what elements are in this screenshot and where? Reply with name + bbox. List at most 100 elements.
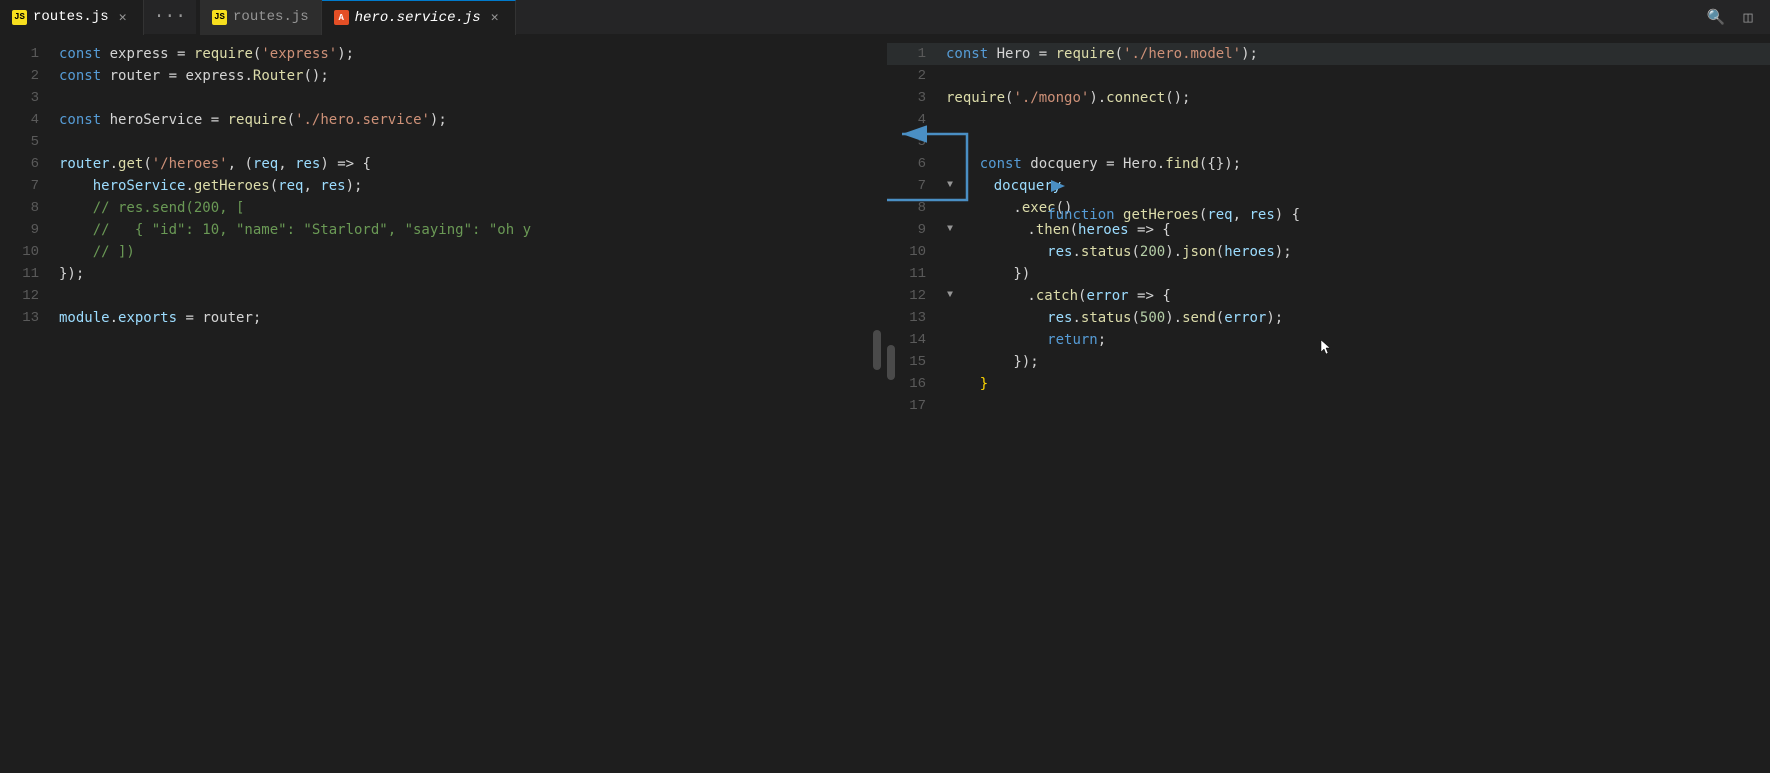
table-row: 3 require('./mongo').connect(); — [887, 87, 1770, 109]
line-number: 12 — [887, 285, 942, 307]
line-number: 4 — [887, 109, 942, 131]
app-container: JS routes.js ✕ ··· JS routes.js A hero.s… — [0, 0, 1770, 773]
table-row: 12 — [0, 285, 883, 307]
line-content: const router = express.Router(); — [55, 65, 883, 87]
table-row: 16 } — [887, 373, 1770, 395]
table-row: 10 // ]) — [0, 241, 883, 263]
line-content — [942, 395, 1770, 417]
line-content — [942, 109, 1770, 131]
line-number: 5 — [0, 131, 55, 153]
line-content: const Hero = require('./hero.model'); — [942, 43, 1770, 65]
right-tab-hero-service[interactable]: A hero.service.js ✕ — [322, 0, 516, 35]
line-content: // { "id": 10, "name": "Starlord", "sayi… — [55, 219, 883, 241]
line-content: const docquery = Hero.find({}); — [942, 153, 1770, 175]
table-row: 1 const express = require('express'); — [0, 43, 883, 65]
line-number: 7 — [887, 175, 942, 197]
line-content: const express = require('express'); — [55, 43, 883, 65]
line-content: router.get('/heroes', (req, res) => { — [55, 153, 883, 175]
line-content: res.status(200).json(heroes); — [942, 241, 1770, 263]
line-content — [55, 87, 883, 109]
line-number: 11 — [0, 263, 55, 285]
table-row: 17 — [887, 395, 1770, 417]
line-number: 8 — [887, 197, 942, 219]
table-row: 6 router.get('/heroes', (req, res) => { — [0, 153, 883, 175]
right-tab-routes[interactable]: JS routes.js — [200, 0, 322, 35]
tab-actions: 🔍 ◫ — [1702, 3, 1770, 31]
line-content — [55, 131, 883, 153]
line-number: 6 — [0, 153, 55, 175]
table-row: 11 }) — [887, 263, 1770, 285]
table-row: 5 function getHeroes(req, res) { — [887, 131, 1770, 153]
line-content: } — [942, 373, 1770, 395]
left-tab-routes[interactable]: JS routes.js ✕ — [0, 0, 144, 35]
js-icon-left: JS — [12, 10, 27, 25]
table-row: 15 }); — [887, 351, 1770, 373]
divider-scrollbar — [887, 345, 895, 380]
right-code-area[interactable]: 1 const Hero = require('./hero.model'); … — [887, 35, 1770, 773]
line-number: 1 — [887, 43, 942, 65]
table-row: 12 ▼ .catch(error => { — [887, 285, 1770, 307]
search-button[interactable]: 🔍 — [1702, 3, 1730, 31]
line-number: 9 — [0, 219, 55, 241]
table-row: 2 — [887, 65, 1770, 87]
line-content: .catch(error => { — [958, 285, 1770, 307]
line-content: heroService.getHeroes(req, res); — [55, 175, 883, 197]
hero-service-label: hero.service.js — [355, 10, 481, 26]
line-number: 9 — [887, 219, 942, 241]
line-content: const heroService = require('./hero.serv… — [55, 109, 883, 131]
line-number: 8 — [0, 197, 55, 219]
table-row: 1 const Hero = require('./hero.model'); — [887, 43, 1770, 65]
line-number: 10 — [0, 241, 55, 263]
line-content: // ]) — [55, 241, 883, 263]
table-row: 9 // { "id": 10, "name": "Starlord", "sa… — [0, 219, 883, 241]
left-code-area[interactable]: 1 const express = require('express'); 2 … — [0, 35, 883, 773]
split-editor-button[interactable]: ◫ — [1734, 3, 1762, 31]
tab-ellipsis[interactable]: ··· — [144, 0, 196, 35]
tab-bar: JS routes.js ✕ ··· JS routes.js A hero.s… — [0, 0, 1770, 35]
line-content: module.exports = router; — [55, 307, 883, 329]
line-number: 3 — [887, 87, 942, 109]
line-content: require('./mongo').connect(); — [942, 87, 1770, 109]
line-content: }); — [55, 263, 883, 285]
hero-service-close[interactable]: ✕ — [487, 10, 503, 26]
left-scrollbar-thumb[interactable] — [873, 330, 881, 370]
table-row: 2 const router = express.Router(); — [0, 65, 883, 87]
table-row: 4 — [887, 109, 1770, 131]
table-row: 8 // res.send(200, [ — [0, 197, 883, 219]
line-number: 13 — [887, 307, 942, 329]
line-number: 16 — [887, 373, 942, 395]
table-row: 3 — [0, 87, 883, 109]
right-routes-label: routes.js — [233, 9, 309, 25]
line-content — [55, 285, 883, 307]
line-content — [942, 65, 1770, 87]
line-content: }); — [942, 351, 1770, 373]
line-content: return; — [942, 329, 1770, 351]
line-number: 4 — [0, 109, 55, 131]
line-number: 13 — [0, 307, 55, 329]
line-number: 12 — [0, 285, 55, 307]
line-number: 10 — [887, 241, 942, 263]
arrow-indicator — [1047, 175, 1069, 197]
line-content: res.status(500).send(error); — [942, 307, 1770, 329]
table-row: 13 module.exports = router; — [0, 307, 883, 329]
table-row: 7 heroService.getHeroes(req, res); — [0, 175, 883, 197]
table-row: 13 res.status(500).send(error); — [887, 307, 1770, 329]
line-content: function getHeroes(req, res) { — [942, 131, 1770, 153]
right-editor-pane: 1 const Hero = require('./hero.model'); … — [887, 35, 1770, 773]
a-icon-hero-service: A — [334, 10, 349, 25]
line-number: 7 — [0, 175, 55, 197]
table-row: 14 return; — [887, 329, 1770, 351]
line-number: 15 — [887, 351, 942, 373]
line-number: 3 — [0, 87, 55, 109]
collapse-icon-12[interactable]: ▼ — [942, 285, 958, 307]
line-number: 1 — [0, 43, 55, 65]
line-number: 5 — [887, 131, 942, 153]
left-tab-label: routes.js — [33, 9, 109, 25]
left-tab-close[interactable]: ✕ — [115, 9, 131, 25]
line-number: 11 — [887, 263, 942, 285]
table-row: 11 }); — [0, 263, 883, 285]
editors-container: 1 const express = require('express'); 2 … — [0, 35, 1770, 773]
line-content: docquery — [958, 175, 1770, 197]
left-scrollbar-track[interactable] — [871, 35, 883, 773]
line-number: 14 — [887, 329, 942, 351]
